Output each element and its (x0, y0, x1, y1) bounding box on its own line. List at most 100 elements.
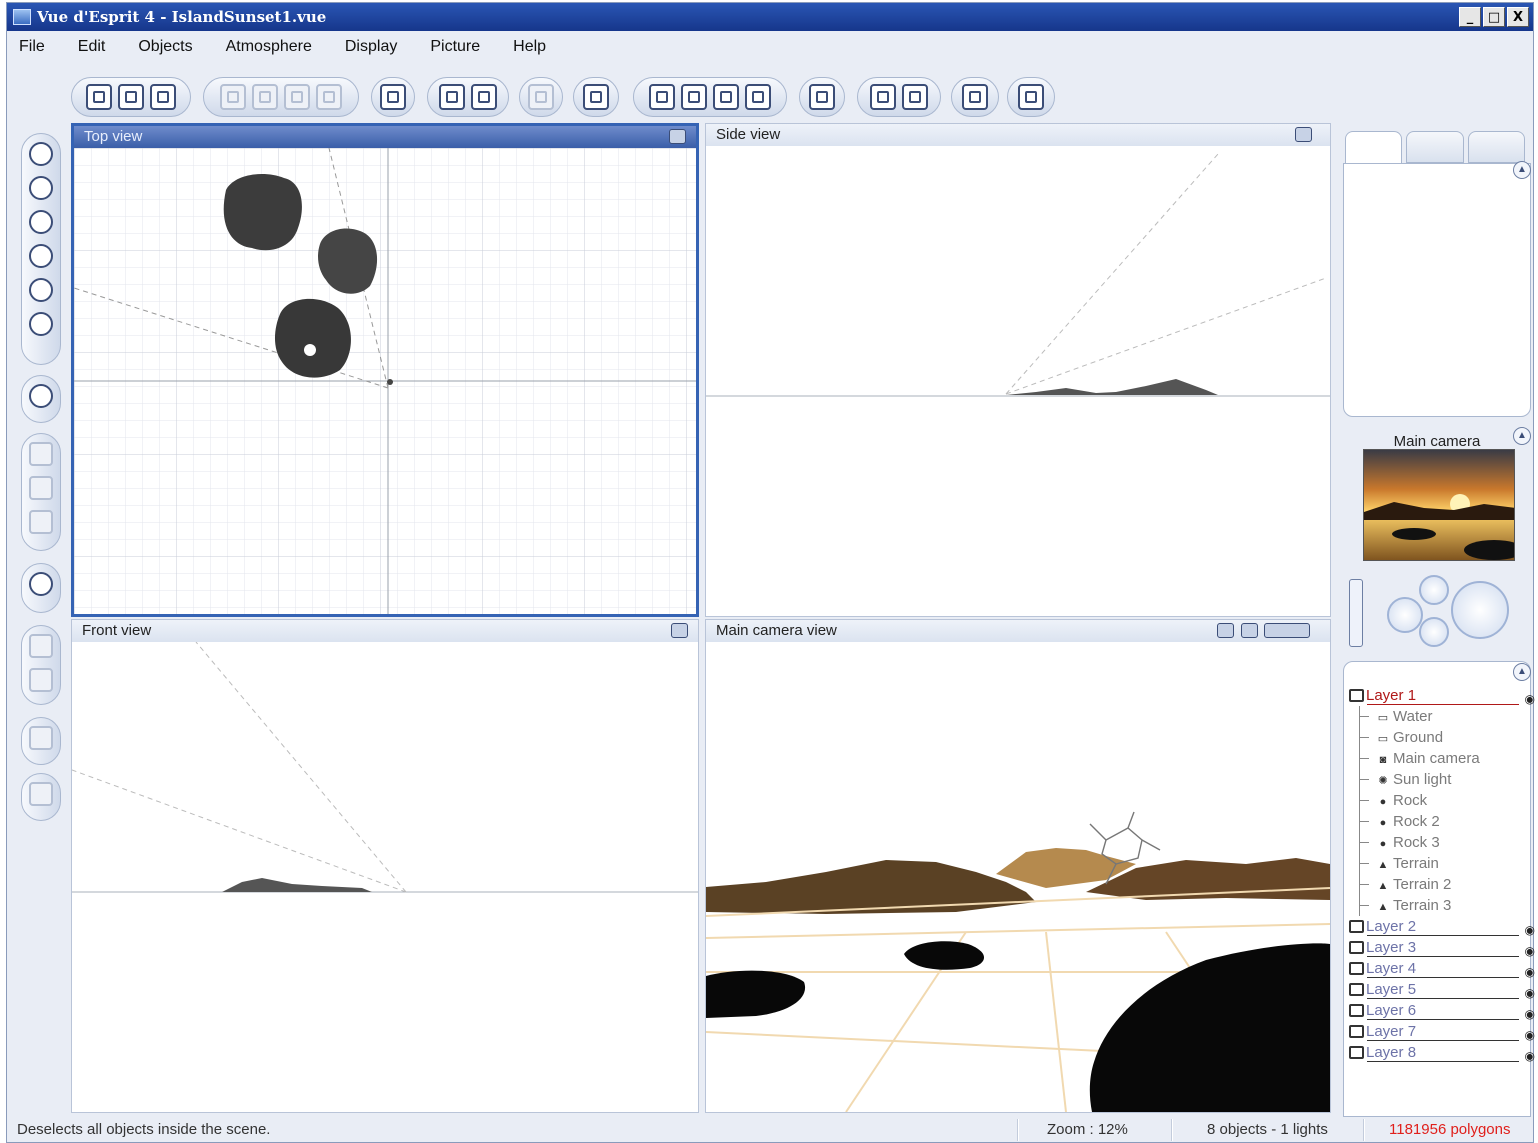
menu-atmosphere[interactable]: Atmosphere (226, 38, 312, 56)
align-icon[interactable] (29, 634, 53, 658)
tree-item-rock[interactable]: ● Rock (1349, 790, 1535, 811)
copy-icon[interactable] (252, 84, 278, 110)
layer-row[interactable]: Layer 3 ◉ (1349, 937, 1535, 958)
tree-item-sun-light[interactable]: ✺ Sun light (1349, 769, 1535, 790)
properties-icon[interactable] (29, 782, 53, 806)
tab-animation[interactable] (1467, 131, 1525, 163)
main-camera-canvas[interactable] (706, 642, 1330, 1112)
tab-numerics[interactable] (1406, 131, 1464, 163)
viewport-options-icon[interactable] (671, 623, 688, 638)
polygon-count: 1181956 polygons (1389, 1121, 1511, 1138)
bulb-icon[interactable] (29, 572, 53, 596)
render-preview-icon[interactable] (583, 84, 609, 110)
display-mode-icon[interactable] (1264, 623, 1310, 638)
paste-icon[interactable] (284, 84, 310, 110)
side-view-viewport[interactable]: Side view (705, 123, 1331, 617)
render-area-icon[interactable] (1241, 623, 1258, 638)
tree-item-ground[interactable]: ▭ Ground (1349, 727, 1535, 748)
layer-row[interactable]: Layer 1 ◉ (1349, 685, 1535, 706)
menu-help[interactable]: Help (513, 38, 546, 56)
camera-pan-control[interactable] (1387, 597, 1423, 633)
union-icon[interactable] (29, 476, 53, 500)
undo-toolbar-group (371, 77, 415, 117)
tree-item-terrain-3[interactable]: ▲ Terrain 3 (1349, 895, 1535, 916)
viewport-toolbar-group (799, 77, 845, 117)
duplicate-icon[interactable] (316, 84, 342, 110)
close-button[interactable]: X (1507, 7, 1529, 27)
side-view-canvas[interactable] (706, 146, 1330, 616)
layer-row[interactable]: Layer 4 ◉ (1349, 958, 1535, 979)
layer-row[interactable]: Layer 5 ◉ (1349, 979, 1535, 1000)
export-icon[interactable] (962, 84, 988, 110)
rock-object[interactable] (223, 174, 302, 251)
menu-picture[interactable]: Picture (430, 38, 480, 56)
camera-move-control[interactable] (1451, 581, 1509, 639)
camera-marker[interactable] (387, 379, 393, 385)
single-view-icon[interactable] (809, 84, 835, 110)
atmosphere-editor-icon[interactable] (439, 84, 465, 110)
distribute-icon[interactable] (29, 668, 53, 692)
layer-row[interactable]: Layer 8 ◉ (1349, 1042, 1535, 1063)
tree-item-terrain[interactable]: ▲ Terrain (1349, 853, 1535, 874)
top-view-canvas[interactable] (74, 148, 696, 614)
zoom-out-icon[interactable] (745, 84, 771, 110)
light-icon[interactable] (29, 384, 53, 408)
tree-item-main-camera[interactable]: ◙ Main camera (1349, 748, 1535, 769)
tree-item-water[interactable]: ▭ Water (1349, 706, 1535, 727)
camera-orbit-control[interactable] (1419, 575, 1449, 605)
plane-icon: ▭ (1377, 712, 1389, 724)
material-icon[interactable] (528, 84, 554, 110)
camera-options-icon[interactable] (1217, 623, 1234, 638)
window-controls: _ □ X (1459, 7, 1529, 27)
rock-object[interactable] (275, 298, 351, 378)
maximize-button[interactable]: □ (1483, 7, 1505, 27)
viewport-options-icon[interactable] (1295, 127, 1312, 142)
camera-side-strip[interactable] (1349, 579, 1363, 647)
edit-object-icon[interactable] (29, 726, 53, 750)
camera-frustum-line (1005, 277, 1327, 395)
difference-icon[interactable] (29, 510, 53, 534)
undo-icon[interactable] (380, 84, 406, 110)
eye-icon[interactable]: ◉ (1525, 1046, 1535, 1067)
sky-icon[interactable] (471, 84, 497, 110)
collapse-icon[interactable]: ▲ (1513, 427, 1531, 445)
layer-row[interactable]: Layer 6 ◉ (1349, 1000, 1535, 1021)
front-view-canvas[interactable] (72, 642, 698, 1112)
zoom-fit-icon[interactable] (649, 84, 675, 110)
menu-edit[interactable]: Edit (78, 38, 106, 56)
cut-icon[interactable] (220, 84, 246, 110)
layer-row[interactable]: Layer 7 ◉ (1349, 1021, 1535, 1042)
group-icon[interactable] (29, 442, 53, 466)
tree-item-rock-3[interactable]: ● Rock 3 (1349, 832, 1535, 853)
collapse-icon[interactable]: ▲ (1513, 161, 1531, 179)
render-icon[interactable] (870, 84, 896, 110)
collapse-icon[interactable]: ▲ (1513, 663, 1531, 681)
primitives-icon[interactable] (29, 142, 53, 166)
plant-icon[interactable] (29, 312, 53, 336)
tree-icon[interactable] (29, 244, 53, 268)
menu-file[interactable]: File (19, 38, 45, 56)
new-file-icon[interactable] (86, 84, 112, 110)
rock-tool-icon[interactable] (29, 278, 53, 302)
save-file-icon[interactable] (150, 84, 176, 110)
layer-icon (1349, 983, 1364, 996)
layer-row[interactable]: Layer 2 ◉ (1349, 916, 1535, 937)
top-view-viewport[interactable]: Top view (71, 123, 699, 617)
terrain-tool-icon[interactable] (29, 210, 53, 234)
viewport-options-icon[interactable] (669, 129, 686, 144)
minimize-button[interactable]: _ (1459, 7, 1481, 27)
menu-display[interactable]: Display (345, 38, 397, 56)
info-icon[interactable] (1018, 84, 1044, 110)
display-picture-icon[interactable] (902, 84, 928, 110)
front-view-viewport[interactable]: Front view (71, 619, 699, 1113)
menu-objects[interactable]: Objects (138, 38, 192, 56)
zoom-in-icon[interactable] (713, 84, 739, 110)
sphere-icon[interactable] (29, 176, 53, 200)
zoom-object-icon[interactable] (681, 84, 707, 110)
tree-item-rock-2[interactable]: ● Rock 2 (1349, 811, 1535, 832)
camera-zoom-control[interactable] (1419, 617, 1449, 647)
main-camera-viewport[interactable]: Main camera view (705, 619, 1331, 1113)
open-file-icon[interactable] (118, 84, 144, 110)
tree-item-terrain-2[interactable]: ▲ Terrain 2 (1349, 874, 1535, 895)
tab-aspect[interactable] (1345, 131, 1403, 163)
